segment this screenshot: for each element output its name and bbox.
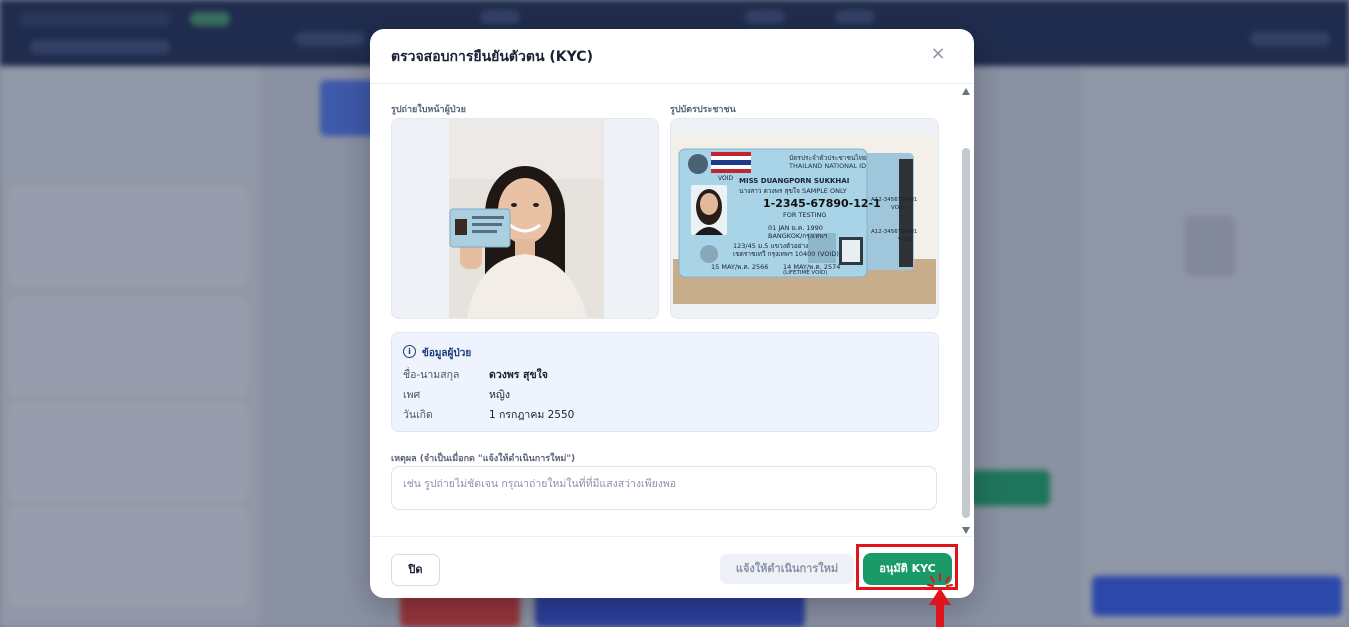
kyc-review-modal: ตรวจสอบการยืนยันตัวตน (KYC) × รูปถ่ายใบห… [370,29,974,598]
info-icon: i [403,345,416,358]
modal-body: รูปถ่ายใบหน้าผู้ป่วย รูปบัตรประชาชน บัตร… [370,84,974,534]
idcard-name-th-text: นางสาว ดวงพร สุขใจ [739,187,800,195]
scrollbar-thumb[interactable] [962,148,970,518]
patient-dob-label: วันเกิด [403,409,433,421]
idcard-name-en: MISS DUANGPORN SUKKHAI [739,177,850,185]
selfie-image [392,119,658,318]
patient-name-value: ดวงพร สุขใจ [489,369,548,381]
idcard-label: รูปบัตรประชาชน [670,105,736,115]
scroll-up-icon[interactable] [962,88,970,95]
patient-name-label: ชื่อ-นามสกุล [403,369,460,381]
close-icon[interactable]: × [928,44,948,64]
modal-title: ตรวจสอบการยืนยันตัวตน (KYC) [391,49,593,65]
idcard-laser-1: A12-3456789-01 [871,197,918,203]
idcard-void-back-1: VOID [891,205,905,211]
idcard-sample-text: SAMPLE ONLY [801,187,847,195]
patient-dob-value: 1 กรกฎาคม 2550 [489,409,575,421]
patient-info-title: ข้อมูลผู้ป่วย [422,348,472,359]
scroll-down-icon[interactable] [962,527,970,534]
idcard-testing: FOR TESTING [783,211,827,219]
idcard-void-front: VOID [718,175,734,182]
click-cursor-icon [927,573,953,627]
idcard-void-back-2: VOID [898,237,912,243]
close-button[interactable]: ปิด [391,554,440,586]
reason-input[interactable] [391,466,937,510]
reason-label: เหตุผล (จำเป็นเมื่อกด "แจ้งให้ดำเนินการใ… [391,454,576,464]
idcard-header-en: THAILAND NATIONAL ID [789,162,867,170]
modal-header: ตรวจสอบการยืนยันตัวตน (KYC) × [370,29,974,84]
patient-gender-label: เพศ [403,389,421,401]
idcard-photo: บัตรประจำตัวประชาชนไทย THAILAND NATIONAL… [670,118,939,319]
patient-info-card: i ข้อมูลผู้ป่วย ชื่อ-นามสกุล ดวงพร สุขใจ… [391,332,939,432]
idcard-issue: 15 MAY/พ.ค. 2566 [711,263,769,271]
idcard-place: BANGKOK/กรุงเทพฯ [768,232,828,240]
idcard-laser-2: A12-3456789-01 [871,229,918,235]
modal-scrollbar[interactable] [960,84,972,536]
selfie-label: รูปถ่ายใบหน้าผู้ป่วย [391,105,466,115]
idcard-address2: เขตราชเทวี กรุงเทพฯ 10400 (VOID) [733,250,839,258]
selfie-photo [391,118,659,319]
idcard-number: 1-2345-67890-12-1 [763,197,881,210]
idcard-lifetime: (LIFETIME VOID) [783,270,828,276]
request-resubmit-button[interactable]: แจ้งให้ดำเนินการใหม่ [720,554,854,584]
patient-gender-value: หญิง [489,389,510,401]
idcard-name-th: นางสาว ดวงพร สุขใจ SAMPLE ONLY [739,186,847,196]
